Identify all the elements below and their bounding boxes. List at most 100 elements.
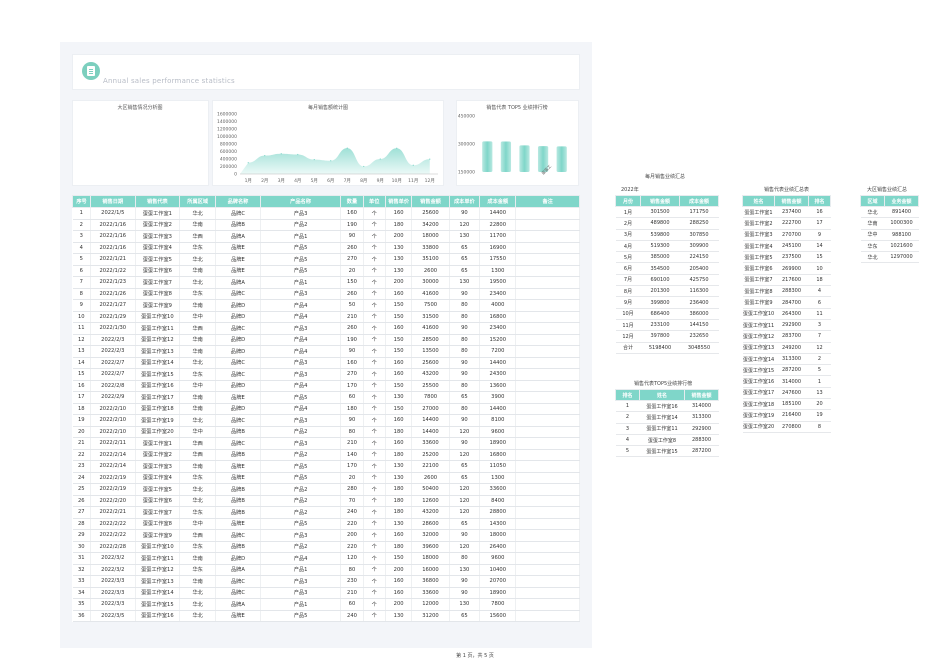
table-cell: 16900 <box>479 242 517 254</box>
table-cell <box>515 334 580 346</box>
clipboard-icon <box>82 62 100 80</box>
table-cell: 蛋蛋工作室6 <box>135 495 181 507</box>
data-point <box>247 162 249 164</box>
table-cell: 蛋蛋工作室18 <box>742 398 775 411</box>
table-cell: 270 <box>340 368 364 381</box>
table-cell: 4000 <box>479 299 517 312</box>
table-cell: 15 <box>72 368 92 381</box>
table-cell <box>515 403 580 415</box>
table-cell: 39600 <box>411 541 450 553</box>
table-cell: 个 <box>363 403 386 415</box>
table-cell: 8 <box>72 288 92 300</box>
table-cell: 个 <box>363 368 386 381</box>
table-row: 12月 397800 232650 <box>615 330 719 343</box>
table-cell: 华中 <box>179 311 217 323</box>
table-cell: 19 <box>72 414 92 427</box>
table-cell: 产品5 <box>260 242 342 254</box>
table-row: 31 2022/3/2 蛋蛋工作室11 华南 品牌D 产品4 120 个 150 18000 80 9… <box>72 552 580 565</box>
table-row: 蛋蛋工作室7 217600 18 <box>742 274 831 287</box>
table-cell: 5 <box>808 364 831 377</box>
column-header: 销售金额 <box>640 195 680 207</box>
table-cell: 品牌E <box>215 242 261 254</box>
table-cell: 蛋蛋工作室8 <box>135 518 181 530</box>
table-cell: 33600 <box>411 587 450 599</box>
table-cell: 16800 <box>479 449 517 461</box>
table-row: 6 2022/1/22 蛋蛋工作室6 华南 品牌E 产品5 20 个 130 2600 65 1300 <box>72 265 580 277</box>
table-cell: 2022/2/19 <box>90 483 136 496</box>
y-tick-label: 1400000 <box>217 119 237 125</box>
sales-detail-table: 序号 销售日期 销售代表 所属区域 品牌名称 产品名称 数量 单位 销售单价 销售金额 成本单价 成本… <box>71 195 580 622</box>
table-cell: 产品5 <box>260 518 342 530</box>
table-cell: 7 <box>808 330 831 343</box>
table-cell: 蛋蛋工作室16 <box>639 400 685 413</box>
table-row: 35 2022/3/3 蛋蛋工作室15 华北 品牌A 产品1 60 个 200 12000 130 7… <box>72 598 580 611</box>
table-cell: 蛋蛋工作室9 <box>135 299 181 312</box>
table-cell: 华北 <box>179 483 217 496</box>
table-cell: 蛋蛋工作室14 <box>742 353 775 366</box>
column-header: 销售金额 <box>684 389 719 401</box>
table-row: 华东 1021600 <box>860 240 919 253</box>
table-cell: 150 <box>385 334 413 346</box>
table-cell: 120 <box>449 506 481 519</box>
table-row: 18 2022/2/10 蛋蛋工作室18 华南 品牌D 产品4 180 个 150 27000 80… <box>72 403 580 415</box>
table-cell: 65 <box>449 460 481 473</box>
table-cell: 华南 <box>179 265 217 277</box>
table-cell: 2022/2/22 <box>90 518 136 530</box>
table-cell: 品牌A <box>215 276 261 289</box>
table-cell: 蛋蛋工作室13 <box>135 575 181 588</box>
table-cell: 90 <box>449 207 481 220</box>
table-cell: 80 <box>449 311 481 323</box>
table-cell: 2022/3/5 <box>90 610 136 622</box>
region-chart-card <box>72 100 209 186</box>
table-cell: 120 <box>449 426 481 438</box>
table-cell: 288250 <box>679 217 719 230</box>
table-cell: 2022/2/3 <box>90 334 136 346</box>
x-tick-label: 11月 <box>408 178 418 184</box>
table-cell: 34200 <box>411 219 450 231</box>
table-cell: 90 <box>449 437 481 450</box>
table-row: 蛋蛋工作室20 270800 8 <box>742 421 831 433</box>
table-row: 5 蛋蛋工作室15 287200 <box>615 445 719 458</box>
table-cell: 品牌C <box>215 587 261 599</box>
table-cell: 232650 <box>679 330 719 343</box>
table-cell: 蛋蛋工作室15 <box>742 364 775 377</box>
table-cell: 41600 <box>411 288 450 300</box>
column-header: 数量 <box>340 195 364 208</box>
table-row: 14 2022/2/7 蛋蛋工作室14 华北 品牌C 产品3 160 个 160 25600 90 1… <box>72 357 580 369</box>
table-cell: 65 <box>449 265 481 277</box>
table-cell: 品牌D <box>215 345 261 358</box>
table-cell: 4月 <box>615 240 641 253</box>
table-cell: 150 <box>385 552 413 565</box>
table-cell: 22100 <box>411 460 450 473</box>
table-cell: 个 <box>363 299 386 312</box>
table-row: 蛋蛋工作室15 287200 5 <box>742 364 831 377</box>
table-row: 华北 1297000 <box>860 251 919 264</box>
table-row: 5月 385000 224150 <box>615 251 719 264</box>
table-row: 华中 988100 <box>860 229 919 241</box>
table-cell: 30 <box>72 541 92 553</box>
table-cell: 产品1 <box>260 598 342 611</box>
table-cell: 8100 <box>479 414 517 427</box>
data-point <box>346 147 348 149</box>
table-cell: 蛋蛋工作室16 <box>135 380 181 392</box>
table-cell: 蛋蛋工作室6 <box>742 262 775 275</box>
table-cell: 17 <box>72 391 92 404</box>
table-cell: 1 <box>72 207 92 220</box>
table-cell: 80 <box>449 299 481 312</box>
table-cell: 80 <box>340 564 364 576</box>
table-cell: 314000 <box>684 400 719 413</box>
y-tick-label: 450000 <box>458 114 475 120</box>
table-cell: 品牌C <box>215 207 261 220</box>
table-cell: 222700 <box>774 217 809 230</box>
table-cell: 产品3 <box>260 288 342 300</box>
table-cell: 144150 <box>679 319 719 332</box>
table-cell: 品牌E <box>215 610 261 622</box>
table-cell: 蛋蛋工作室15 <box>135 598 181 611</box>
x-tick-label: 5月 <box>311 178 318 184</box>
table-cell: 个 <box>363 575 386 588</box>
table-cell: 2022/1/26 <box>90 288 136 300</box>
table-cell: 14300 <box>479 518 517 530</box>
table-cell: 品牌B <box>215 541 261 553</box>
table-cell: 2022/2/20 <box>90 495 136 507</box>
table-cell: 品牌A <box>215 564 261 576</box>
